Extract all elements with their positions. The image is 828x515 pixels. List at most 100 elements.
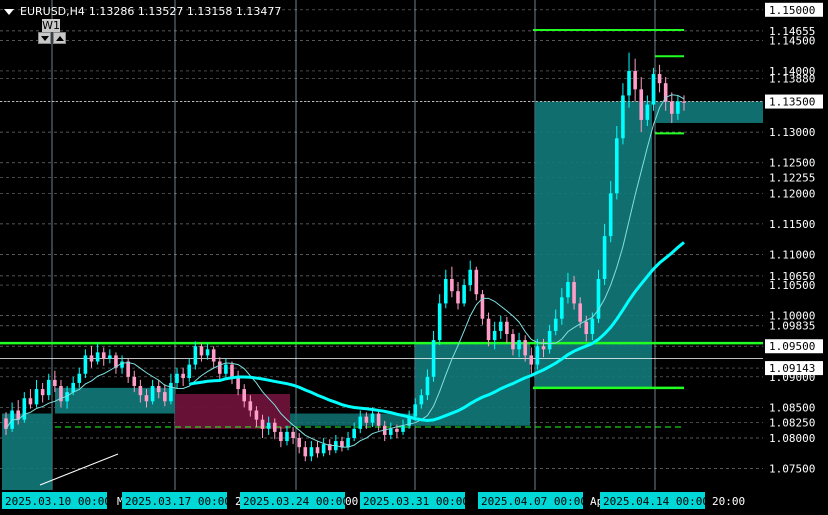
candle-body — [376, 413, 381, 426]
candle-body — [83, 355, 88, 374]
candle-body — [517, 340, 521, 350]
candle-body — [425, 376, 430, 396]
candle-body — [126, 361, 130, 377]
candle-body — [101, 352, 106, 359]
candle-body — [132, 376, 137, 387]
candle-body — [419, 395, 424, 405]
candle-body — [352, 428, 356, 439]
candle-body — [254, 410, 259, 420]
chart-header: EURUSD,H4 1.13286 1.13527 1.13158 1.1347… — [4, 5, 281, 18]
candle-body — [315, 447, 320, 454]
period-up-button[interactable] — [53, 32, 66, 44]
period-widget: W1 — [38, 19, 70, 45]
price-axis-label: 1.08500 — [769, 401, 815, 414]
candle-body — [346, 438, 350, 448]
time-axis-label: 2025.03.17 00:00 — [125, 495, 231, 508]
candle-body — [242, 389, 247, 402]
candle-body — [621, 95, 625, 139]
candle-body — [682, 101, 686, 103]
candle-body — [28, 398, 33, 405]
time-axis-label: 2025.03.24 00:00 — [243, 495, 349, 508]
candle-body — [431, 340, 436, 377]
candle-body — [358, 416, 363, 429]
candle-body — [144, 395, 149, 402]
price-axis-label: 1.12000 — [769, 187, 815, 200]
time-axis-label: 2025.03.10 00:00 — [5, 495, 111, 508]
candle-body — [669, 101, 674, 114]
candle-body — [523, 340, 527, 356]
candle-body — [645, 104, 650, 120]
price-axis-label: 1.13500 — [769, 96, 815, 109]
candle-body — [77, 373, 82, 383]
candle-body — [217, 361, 222, 374]
candle-body — [401, 425, 405, 432]
candle-body — [95, 352, 100, 362]
candle-body — [108, 355, 112, 359]
candle-body — [53, 379, 57, 387]
candle-body — [450, 278, 454, 292]
candle-body — [633, 70, 637, 90]
price-axis-label: 1.13880 — [769, 72, 815, 85]
candle-body — [657, 74, 662, 84]
candle-body — [211, 349, 216, 362]
candle-body — [169, 382, 173, 402]
zone-box — [175, 393, 290, 429]
candle-body — [303, 447, 308, 457]
candle-body — [590, 318, 595, 335]
dropdown-triangle-icon[interactable] — [4, 8, 14, 15]
price-axis-label: 1.14500 — [769, 34, 815, 47]
candle-body — [547, 330, 552, 350]
candle-body — [486, 318, 491, 341]
candle-body — [492, 330, 497, 341]
price-axis-label: 1.12500 — [769, 157, 815, 170]
price-axis-label: 1.13000 — [769, 126, 815, 139]
price-axis-label: 1.09000 — [769, 371, 815, 384]
candle-body — [651, 74, 656, 105]
candle-body — [468, 269, 473, 286]
candle-body — [462, 285, 466, 304]
candle-body — [370, 413, 375, 423]
price-axis-label: 1.10500 — [769, 279, 815, 292]
candle-body — [260, 419, 265, 429]
candle-body — [443, 278, 448, 304]
zone-box — [535, 101, 652, 388]
candle-body — [285, 431, 289, 442]
candle-body — [535, 346, 540, 365]
ohlc-readout: 1.13286 1.13527 1.13158 1.13477 — [88, 5, 282, 18]
symbol-label: EURUSD,H4 — [20, 5, 85, 18]
candle-body — [266, 422, 271, 429]
candle-body — [456, 291, 460, 304]
candle-body — [615, 138, 619, 194]
price-axis-label: 1.08000 — [769, 432, 815, 445]
price-axis-label: 1.11500 — [769, 218, 815, 231]
price-axis-label: 1.08250 — [769, 417, 815, 430]
candle-body — [193, 346, 198, 365]
candle-body — [529, 355, 534, 365]
price-axis-label: 1.07500 — [769, 463, 815, 476]
candle-body — [291, 431, 295, 439]
candle-body — [541, 346, 546, 350]
time-axis-label: 00 — [345, 495, 358, 508]
candle-body — [163, 392, 167, 402]
candle-body — [608, 193, 613, 237]
candle-body — [413, 404, 418, 417]
candle-body — [297, 438, 301, 448]
candle-body — [572, 282, 576, 304]
price-axis-label: 1.12255 — [769, 172, 815, 185]
period-down-button[interactable] — [38, 32, 51, 44]
price-chart[interactable]: 1.150001.146551.145001.140001.138801.135… — [0, 0, 828, 515]
candle-body — [199, 346, 204, 356]
candle-body — [156, 386, 161, 393]
candle-body — [498, 321, 503, 331]
candle-body — [364, 416, 369, 423]
candle-body — [321, 444, 326, 454]
time-axis-label: 2025.04.07 00:00 — [481, 495, 587, 508]
candle-body — [181, 373, 185, 379]
candle-body — [511, 334, 515, 350]
candle-body — [553, 318, 558, 331]
candle-body — [596, 278, 601, 319]
candle-body — [89, 355, 94, 362]
arrow-down-icon — [40, 35, 49, 41]
candle-body — [187, 364, 192, 379]
candle-body — [395, 428, 399, 432]
